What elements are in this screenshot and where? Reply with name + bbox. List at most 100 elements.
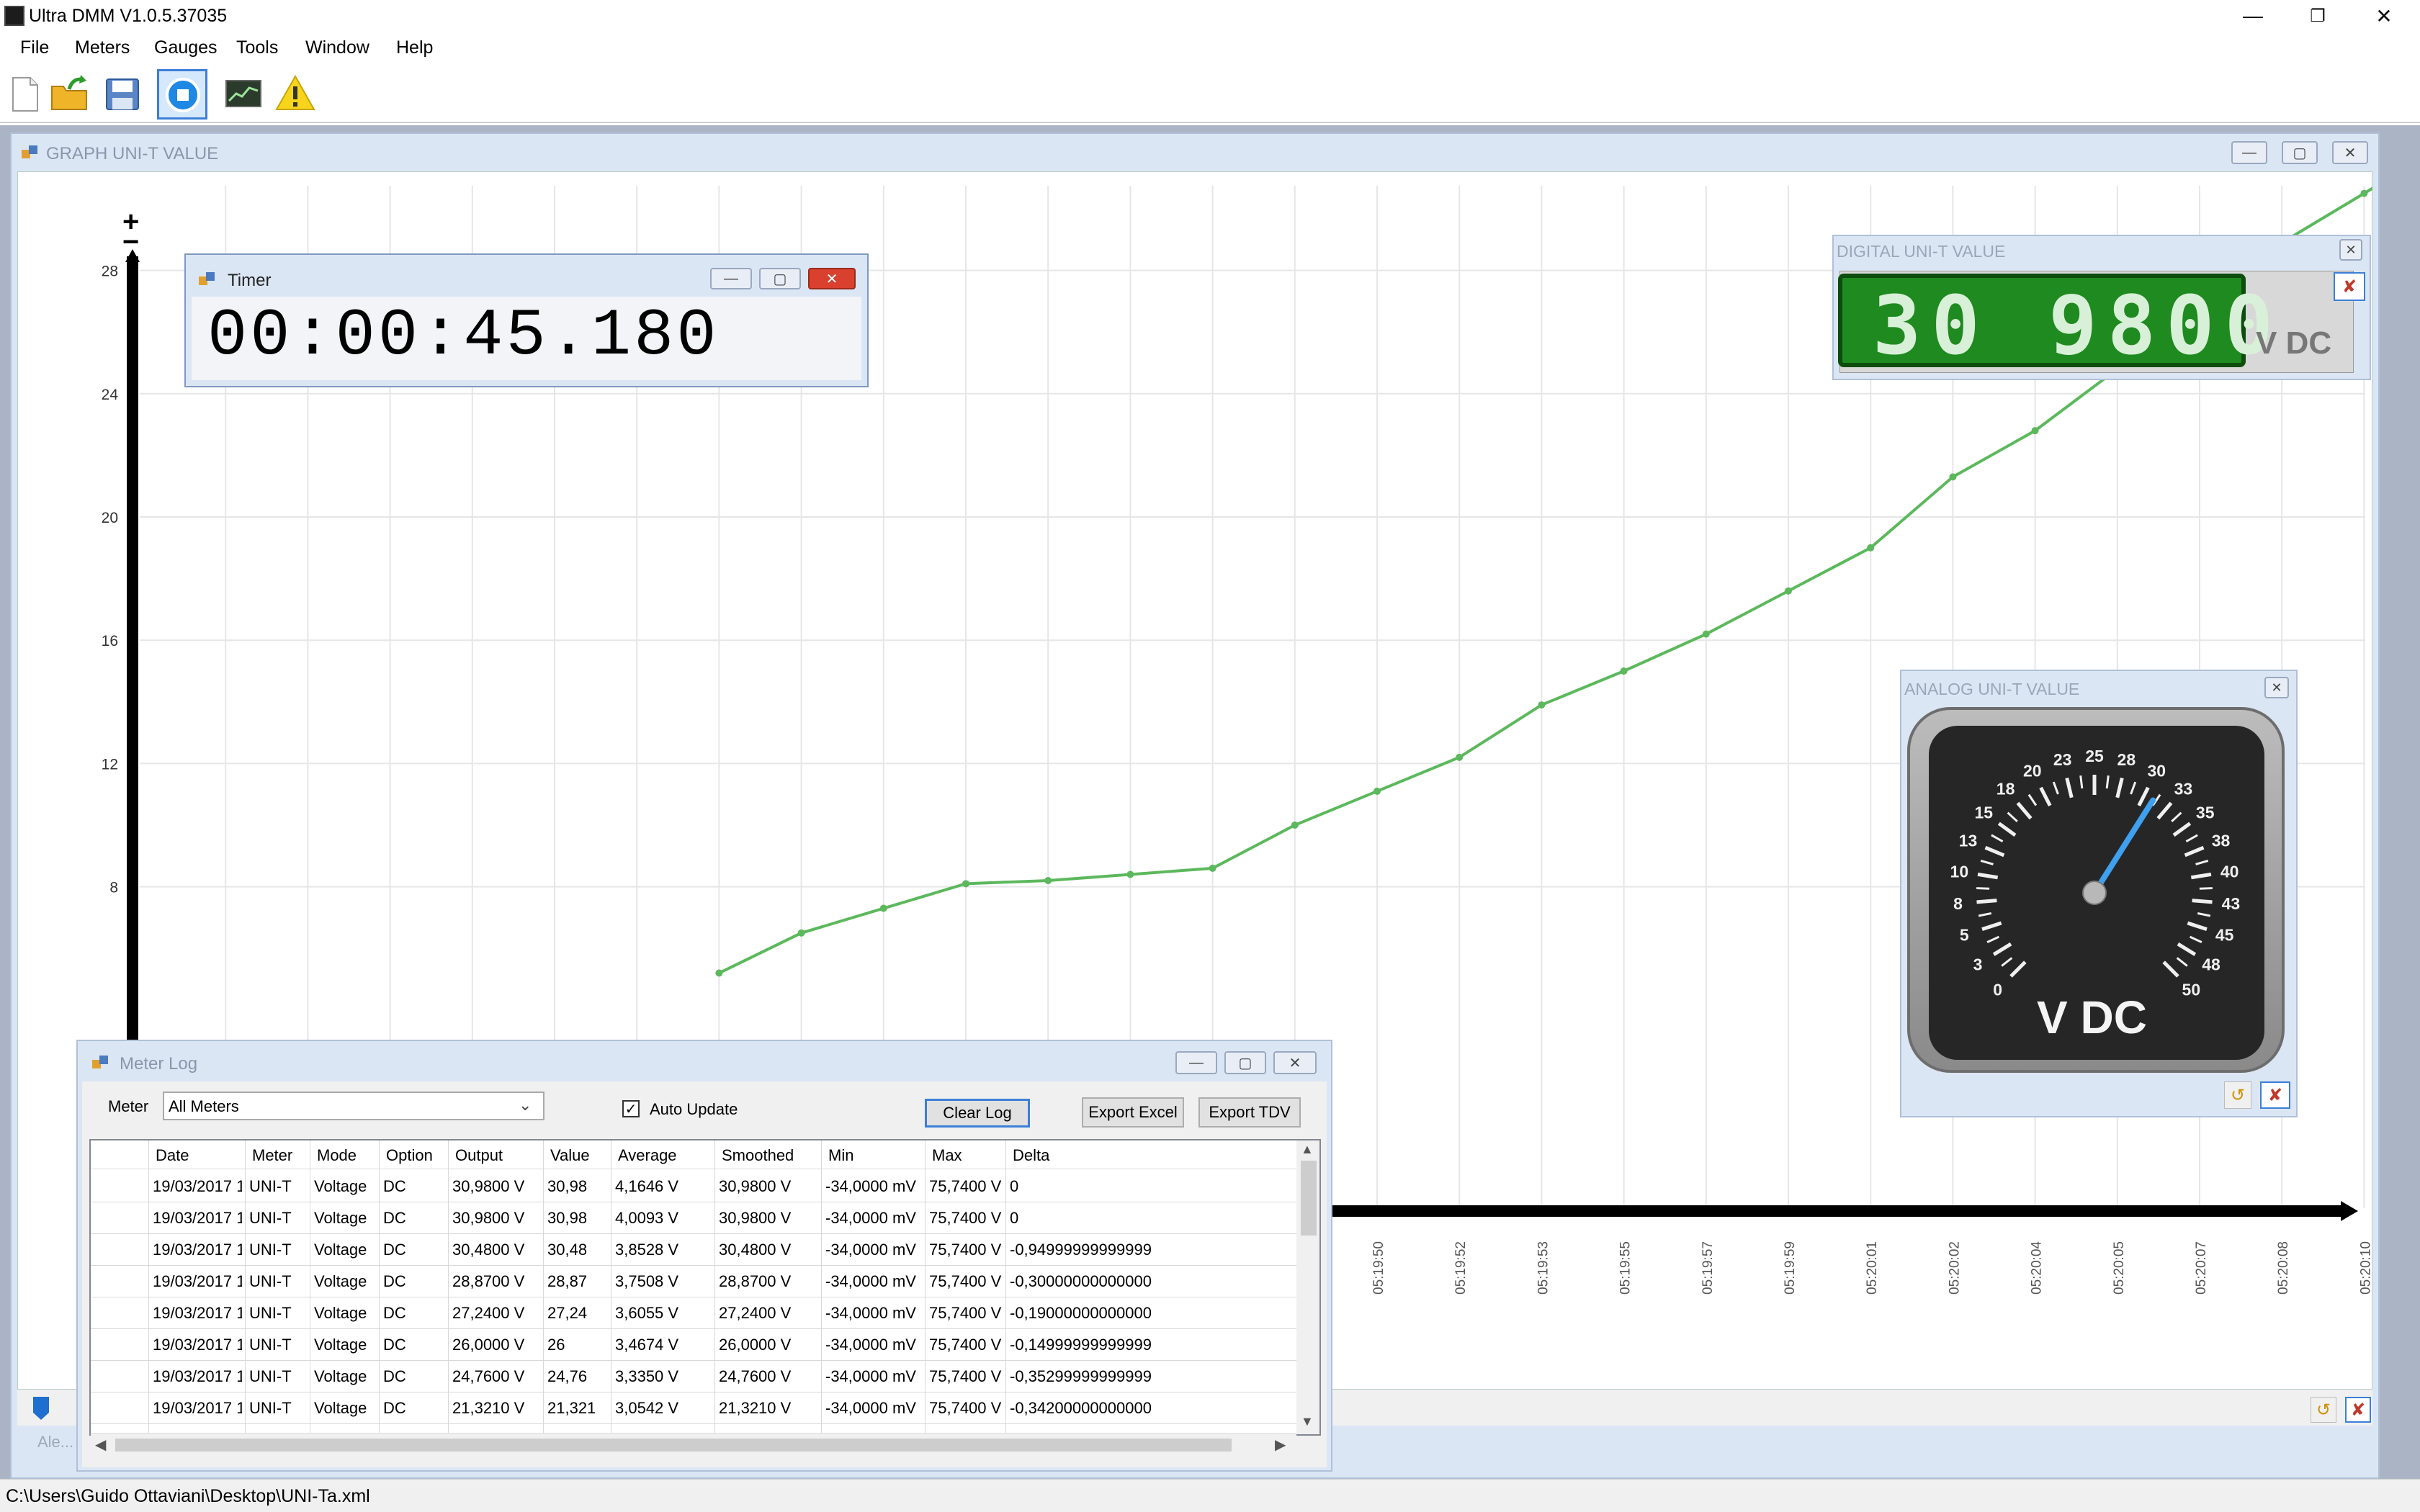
table-cell: 27,24: [547, 1304, 588, 1322]
gauge-tick: [2115, 777, 2124, 798]
x-tick-label: 05:19:50: [1371, 1241, 1386, 1295]
data-point: [715, 969, 723, 977]
open-icon[interactable]: [48, 72, 91, 115]
record-stop-icon: [166, 78, 200, 112]
window-icon: [22, 145, 37, 158]
menu-gauges[interactable]: Gauges: [154, 37, 218, 58]
menu-help[interactable]: Help: [396, 37, 433, 58]
table-cell: UNI-T: [249, 1336, 292, 1354]
table-cell: Voltage: [314, 1241, 367, 1259]
table-cell: -34,0000 mV: [825, 1399, 916, 1417]
table-cell: 75,7400 V: [929, 1399, 1002, 1417]
graph-minimize-button[interactable]: —: [2231, 141, 2267, 164]
column-header-date[interactable]: Date: [156, 1146, 189, 1165]
table-cell: 30,4800 V: [452, 1241, 525, 1259]
gauge-scale-label: 15: [1974, 803, 1993, 822]
table-cell: -34,0000 mV: [825, 1177, 916, 1195]
data-point: [1785, 587, 1792, 595]
digital-unit: V DC: [2256, 325, 2332, 361]
scroll-down-icon[interactable]: ▼: [1301, 1414, 1314, 1429]
column-header-smoothed[interactable]: Smoothed: [722, 1146, 794, 1165]
analog-close-button[interactable]: ✕: [2264, 677, 2289, 698]
column-header-max[interactable]: Max: [932, 1146, 962, 1165]
timer-maximize-button[interactable]: ▢: [759, 268, 801, 289]
timer-close-button[interactable]: ✕: [808, 268, 856, 289]
graph-maximize-button[interactable]: ▢: [2282, 141, 2318, 164]
graph-icon[interactable]: [222, 72, 265, 115]
table-cell: DC: [383, 1399, 406, 1417]
zoom-out-button[interactable]: −: [122, 226, 139, 258]
menu-window[interactable]: Window: [305, 37, 369, 58]
table-cell: 75,7400 V: [929, 1336, 1002, 1354]
table-cell: 19/03/2017 17:20:10: [153, 1209, 242, 1227]
table-cell: UNI-T: [249, 1209, 292, 1227]
warning-icon[interactable]: [274, 72, 317, 115]
gauge-tick: [2172, 822, 2192, 837]
column-header-mode[interactable]: Mode: [317, 1146, 357, 1165]
timer-title: Timer: [228, 271, 272, 290]
table-cell: 3,4674 V: [615, 1336, 679, 1354]
export-tdv-button[interactable]: Export TDV: [1198, 1097, 1301, 1128]
column-header-option[interactable]: Option: [386, 1146, 433, 1165]
vertical-scroll-thumb[interactable]: [1301, 1161, 1317, 1236]
column-header-meter[interactable]: Meter: [252, 1146, 292, 1165]
scroll-right-icon[interactable]: ▶: [1275, 1436, 1286, 1454]
gauge-tick: [1991, 834, 2004, 842]
table-cell: 26: [547, 1336, 565, 1354]
scroll-up-icon[interactable]: ▲: [1301, 1142, 1314, 1157]
gauge-scale-label: 5: [1960, 926, 1969, 945]
log-maximize-button[interactable]: ▢: [1224, 1051, 1266, 1074]
auto-update-checkbox[interactable]: ✓: [622, 1100, 640, 1117]
restore-icon[interactable]: ❐: [2296, 1, 2339, 30]
close-icon[interactable]: ✕: [2362, 1, 2406, 30]
new-icon[interactable]: [3, 72, 46, 115]
column-header-output[interactable]: Output: [455, 1146, 503, 1165]
hidden-label: Ale...: [37, 1433, 74, 1451]
graph-refresh-icon[interactable]: ↺: [2311, 1397, 2336, 1423]
save-icon[interactable]: [101, 72, 144, 115]
table-cell: 0: [1010, 1209, 1019, 1227]
gauge-scale-label: 38: [2212, 831, 2231, 850]
menu-file[interactable]: File: [20, 37, 49, 58]
table-cell: 19/03/2017 17:20:04: [153, 1336, 242, 1354]
analog-refresh-icon[interactable]: ↺: [2224, 1081, 2251, 1109]
gauge-tick: [2137, 786, 2150, 806]
x-tick-label: 05:20:05: [2112, 1241, 2127, 1295]
window-icon: [92, 1056, 108, 1068]
table-cell: 3,8528 V: [615, 1241, 679, 1259]
data-point: [1949, 473, 1957, 481]
clear-log-button[interactable]: Clear Log: [925, 1099, 1030, 1128]
gauge-tick: [2027, 793, 2038, 806]
column-header-min[interactable]: Min: [828, 1146, 853, 1165]
table-cell: Voltage: [314, 1209, 367, 1227]
menu-meters[interactable]: Meters: [75, 37, 130, 58]
analog-settings-icon[interactable]: ✘: [2260, 1081, 2290, 1109]
digital-close-button[interactable]: ✕: [2339, 239, 2362, 261]
log-close-button[interactable]: ✕: [1273, 1051, 1317, 1074]
graph-settings-icon[interactable]: ✘: [2345, 1397, 2371, 1423]
column-header-delta[interactable]: Delta: [1013, 1146, 1049, 1165]
menu-tools[interactable]: Tools: [236, 37, 278, 58]
horizontal-scroll-thumb[interactable]: [115, 1439, 1232, 1452]
gauge-scale-label: 33: [2174, 780, 2193, 798]
table-cell: DC: [383, 1272, 406, 1290]
table-cell: 19/03/2017 17:20:08: [153, 1241, 242, 1259]
log-minimize-button[interactable]: —: [1175, 1051, 1217, 1074]
minimize-icon[interactable]: —: [2231, 1, 2275, 30]
column-header-average[interactable]: Average: [618, 1146, 677, 1165]
scroll-left-icon[interactable]: ◀: [95, 1436, 106, 1454]
gauge-scale-label: 43: [2222, 894, 2241, 913]
gauge-scale-label: 23: [2053, 750, 2072, 769]
table-cell: 27,2400 V: [719, 1304, 792, 1322]
digital-settings-icon[interactable]: ✘: [2334, 272, 2365, 301]
export-excel-button[interactable]: Export Excel: [1082, 1097, 1184, 1128]
graph-close-button[interactable]: ✕: [2332, 141, 2368, 164]
window-title: Ultra DMM V1.0.5.37035: [29, 6, 228, 26]
title-bar: [0, 0, 2420, 34]
table-cell: 0: [1010, 1177, 1019, 1195]
gauge-tick: [1980, 860, 1994, 865]
timer-minimize-button[interactable]: —: [710, 268, 752, 289]
gauge-scale-label: 10: [1950, 862, 1969, 881]
scroll-slider-thumb[interactable]: [30, 1395, 52, 1421]
column-header-value[interactable]: Value: [550, 1146, 590, 1165]
